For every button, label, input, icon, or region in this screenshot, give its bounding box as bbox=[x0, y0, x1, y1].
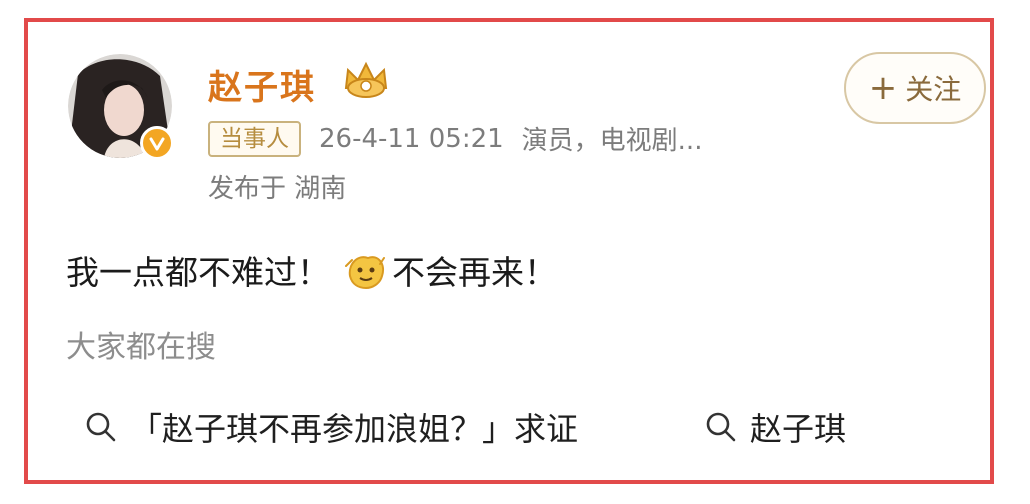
post-meta: 当事人 26-4-11 05:21 演员，电视剧... bbox=[208, 120, 702, 157]
search-icon bbox=[706, 412, 736, 442]
plus-icon: + bbox=[868, 68, 898, 108]
verified-badge-icon bbox=[140, 126, 174, 160]
trending-search-item[interactable]: 赵子琪 bbox=[704, 404, 846, 450]
crown-icon bbox=[340, 58, 392, 102]
trending-search-label: 赵子琪 bbox=[750, 410, 847, 448]
search-icon bbox=[86, 412, 116, 442]
timestamp: 26-4-11 05:21 bbox=[319, 123, 504, 154]
username[interactable]: 赵子琪 bbox=[208, 60, 316, 109]
follow-button[interactable]: + 关注 bbox=[844, 52, 986, 124]
post-text-part-2: 不会再来！ bbox=[392, 253, 557, 292]
user-description: 演员，电视剧... bbox=[521, 126, 703, 156]
yellow-emoji-icon bbox=[345, 256, 385, 290]
trending-search-label: 「赵子琪不再参加浪姐？」求证 bbox=[130, 410, 579, 448]
follow-label: 关注 bbox=[905, 73, 962, 106]
trending-search-heading: 大家都在搜 bbox=[66, 330, 216, 365]
post-text: 我一点都不难过！ 不会再来！ bbox=[66, 246, 557, 294]
post-text-part-1: 我一点都不难过！ bbox=[66, 253, 330, 292]
party-badge: 当事人 bbox=[208, 120, 301, 157]
trending-search-item[interactable]: 「赵子琪不再参加浪姐？」求证 bbox=[84, 404, 578, 450]
post-card: 赵子琪 + 关注 当事人 26-4-11 05:21 演员，电视剧... 发布于… bbox=[24, 18, 994, 484]
post-location: 发布于 湖南 bbox=[208, 174, 347, 204]
